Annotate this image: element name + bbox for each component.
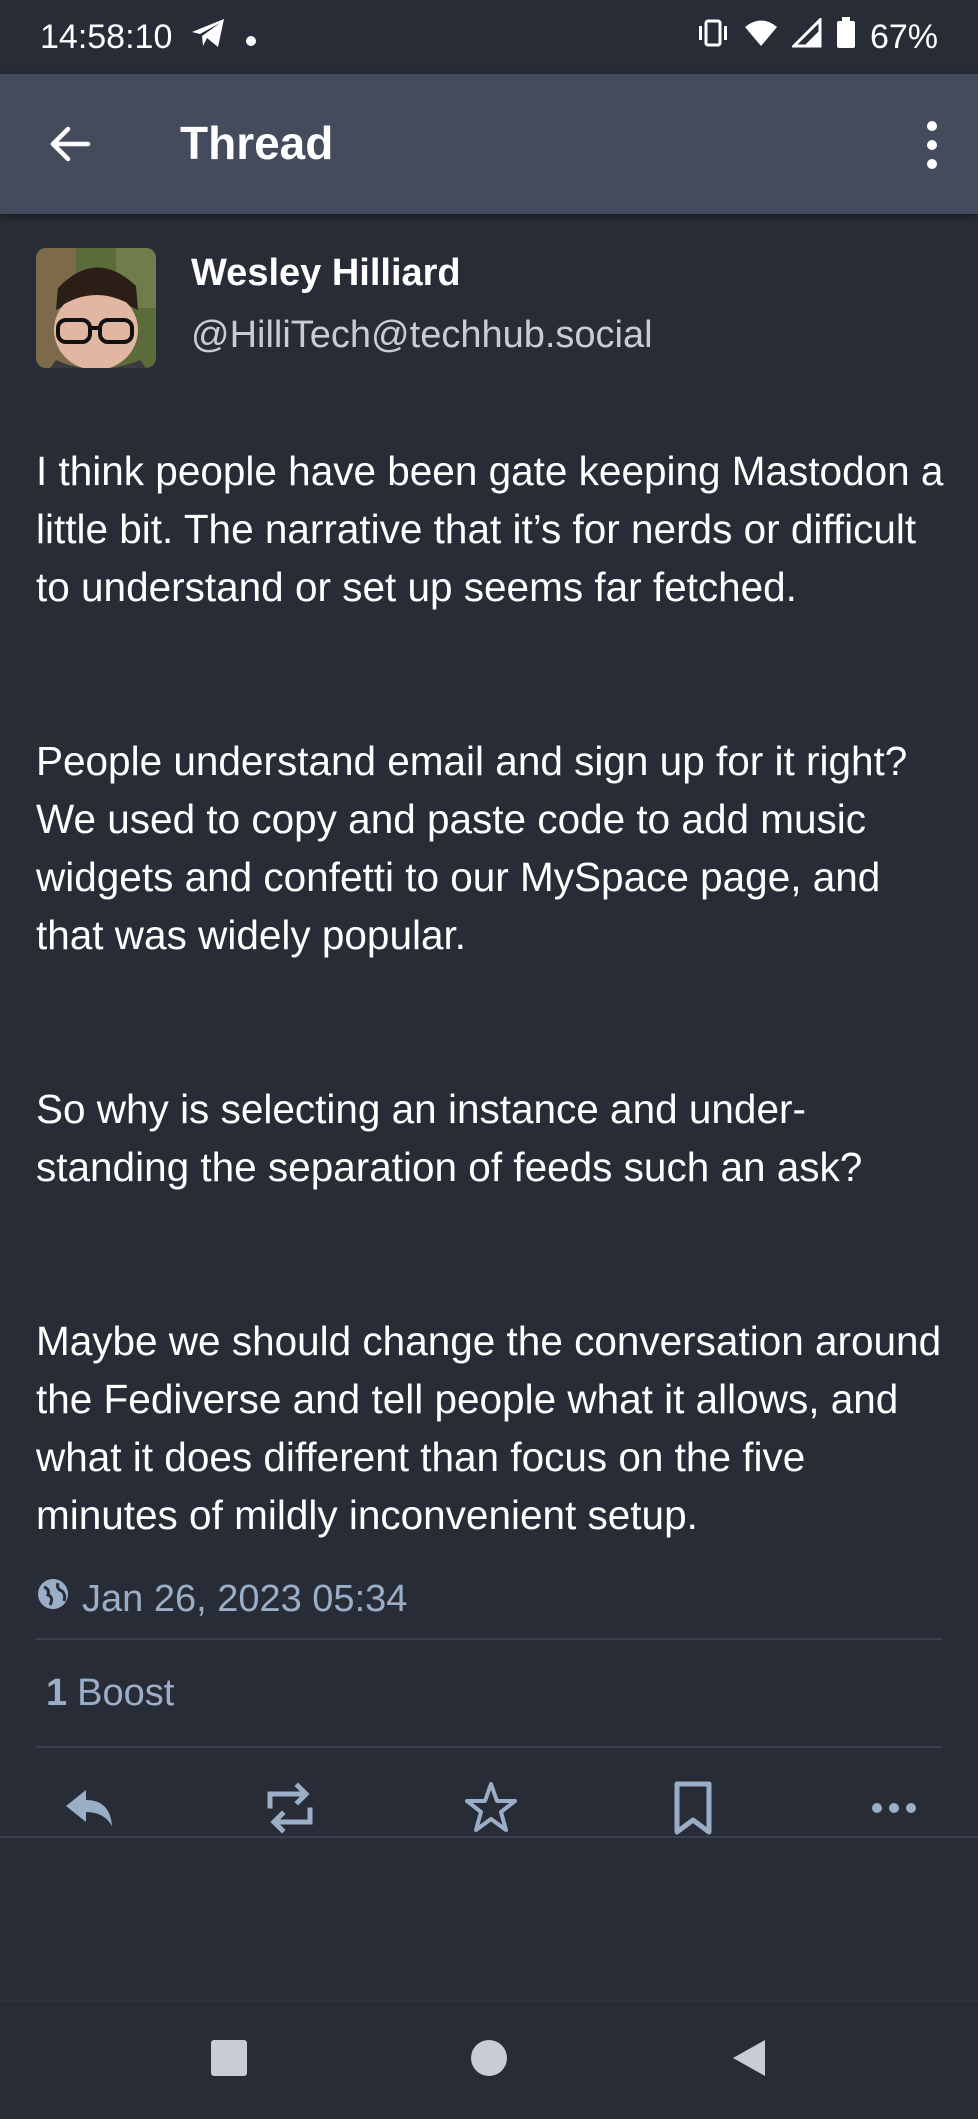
favourite-icon[interactable] xyxy=(463,1780,519,1836)
post-content: I think people have been gate keeping Ma… xyxy=(36,384,956,1660)
boost-count-row[interactable]: 1 Boost xyxy=(36,1640,942,1748)
post-actions xyxy=(36,1748,942,1868)
boost-icon[interactable] xyxy=(262,1780,318,1836)
vibrate-icon xyxy=(696,18,730,57)
status-time: 14:58:10 xyxy=(40,17,173,56)
back-nav-icon[interactable] xyxy=(729,2038,769,2083)
battery-percent: 67% xyxy=(869,17,938,56)
home-icon[interactable] xyxy=(469,2038,509,2083)
app-bar: Thread xyxy=(0,74,978,214)
recents-icon[interactable] xyxy=(209,2038,249,2083)
wifi-icon xyxy=(744,18,778,57)
dot-icon xyxy=(244,18,258,57)
boost-count: 1 xyxy=(46,1671,68,1714)
post-metadata: Jan 26, 2023 05:34 xyxy=(36,1560,942,1640)
status-bar: 14:58:10 67% xyxy=(0,0,978,74)
system-nav-bar xyxy=(0,2000,978,2119)
post-paragraph: I think people have been gate keeping Ma… xyxy=(36,448,944,610)
post-timestamp[interactable]: Jan 26, 2023 05:34 xyxy=(82,1578,407,1621)
telegram-icon xyxy=(190,17,226,58)
overflow-menu-icon[interactable] xyxy=(922,118,942,172)
battery-icon xyxy=(836,16,856,58)
page-title: Thread xyxy=(180,117,334,169)
post-paragraph: Maybe we should change the conversation … xyxy=(36,1318,942,1538)
avatar[interactable] xyxy=(36,248,156,368)
signal-icon xyxy=(790,15,822,57)
bookmark-icon[interactable] xyxy=(665,1780,721,1836)
post-paragraph: People understand email and sign up for … xyxy=(36,738,908,958)
author-handle[interactable]: @HilliTech@techhub.social xyxy=(191,314,653,357)
globe-icon xyxy=(36,1577,70,1621)
thread-divider xyxy=(0,1836,978,1838)
boost-label: Boost xyxy=(77,1671,175,1714)
more-icon[interactable] xyxy=(866,1780,922,1836)
post-paragraph: So why is selecting an instance and unde… xyxy=(36,1086,863,1190)
author-name[interactable]: Wesley Hilliard xyxy=(191,252,461,295)
reply-icon[interactable] xyxy=(60,1780,116,1836)
back-arrow-icon[interactable] xyxy=(46,120,94,168)
